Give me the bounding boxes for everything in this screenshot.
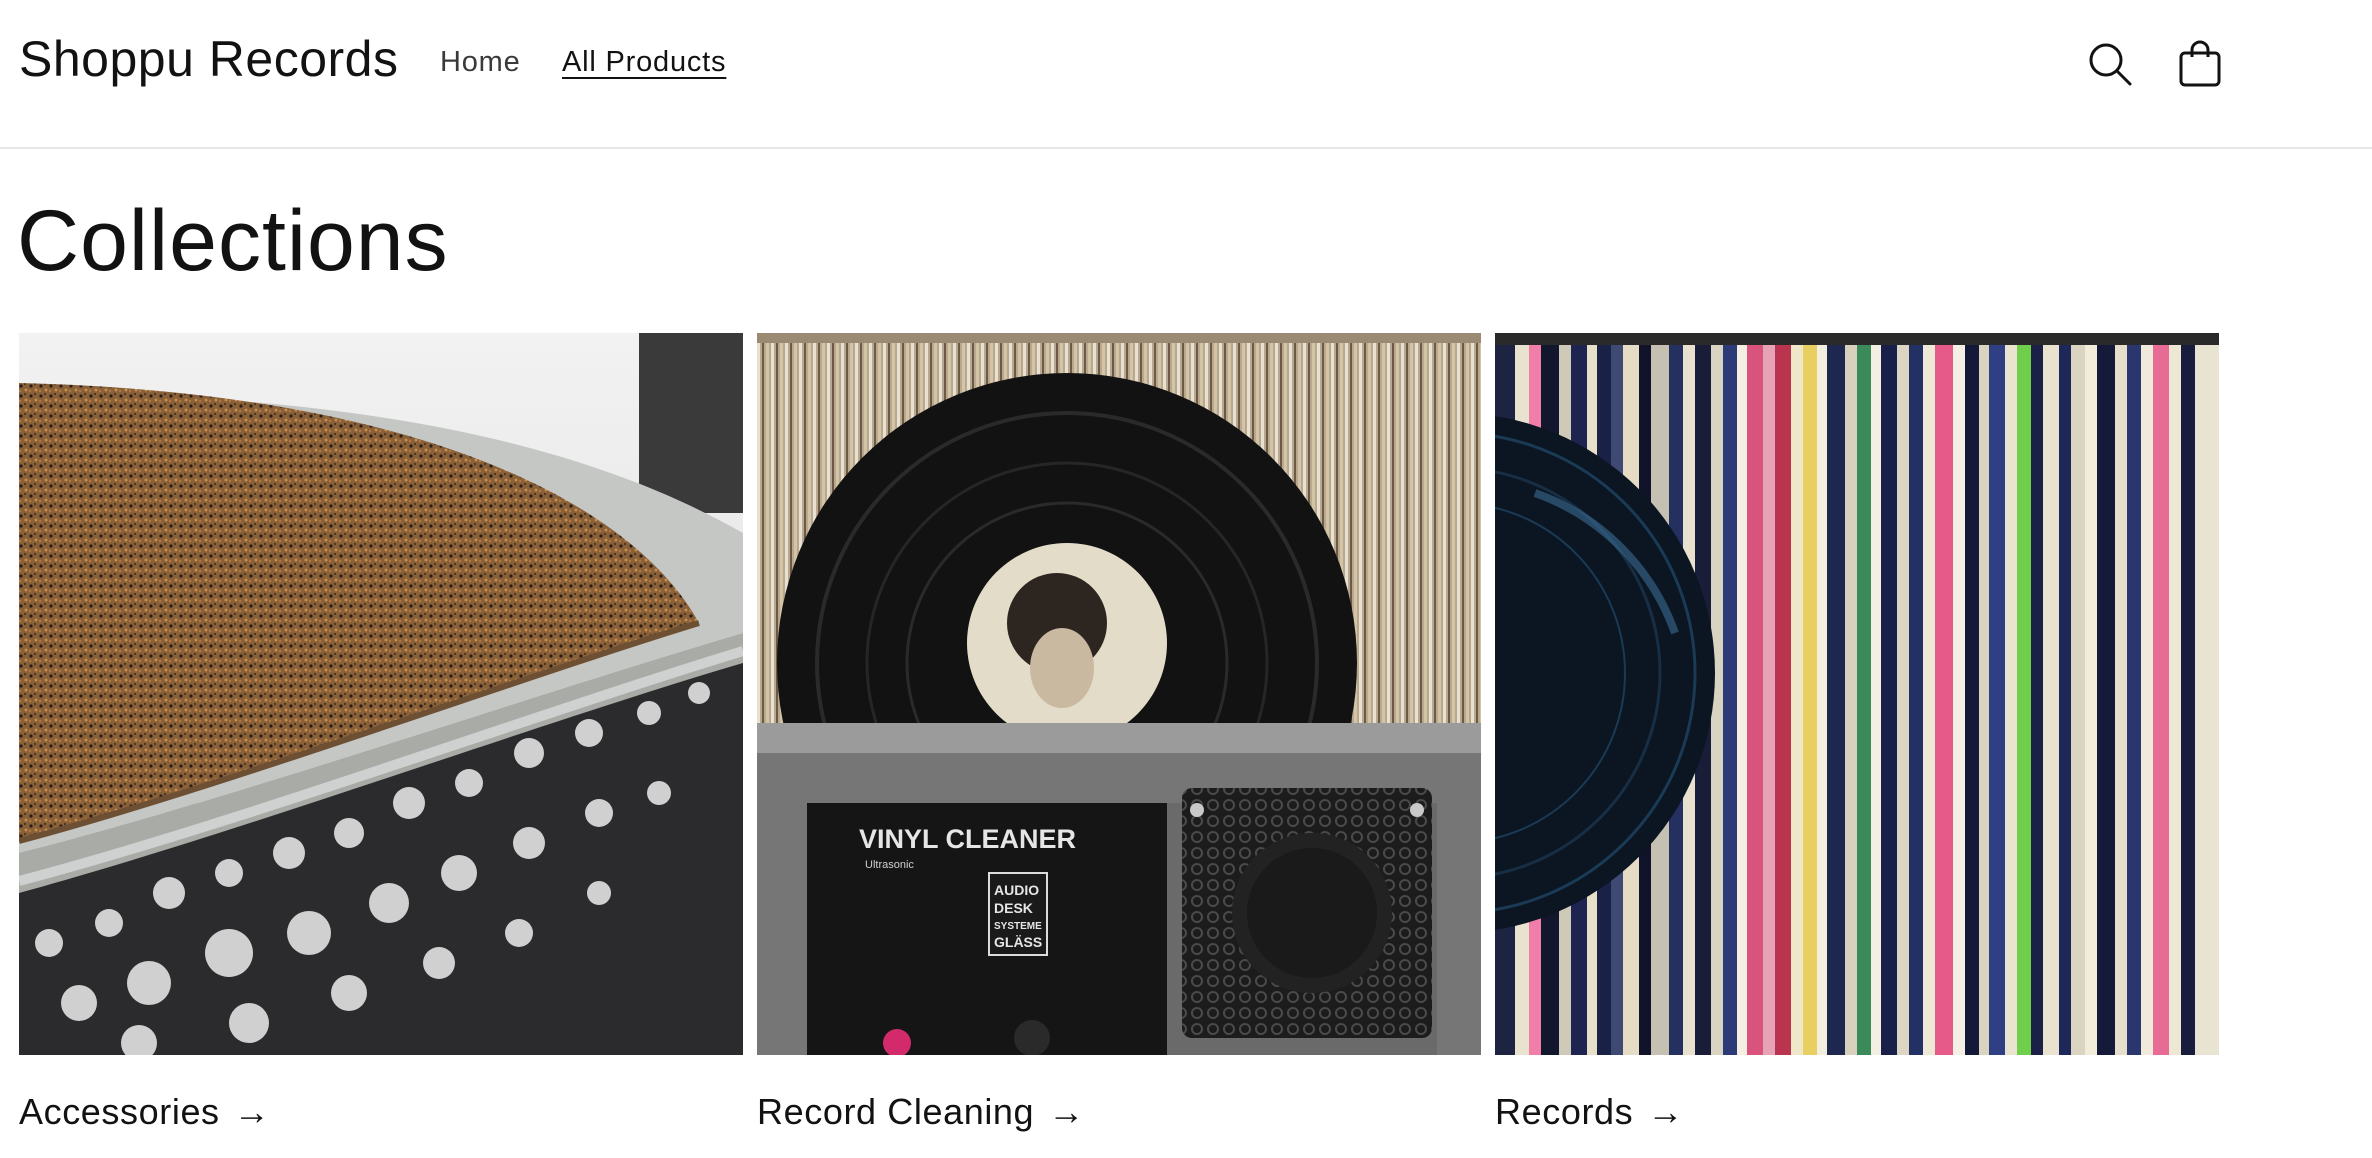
nav-link-all-products[interactable]: All Products [562, 46, 726, 79]
arrow-right-icon: → [1048, 1091, 1085, 1132]
cleaner-sublabel: Ultrasonic [865, 859, 914, 871]
svg-text:AUDIO: AUDIO [994, 882, 1039, 898]
search-icon [2089, 43, 2132, 86]
search-button[interactable] [2082, 36, 2138, 92]
collection-card-records[interactable]: Records → [1495, 333, 2219, 1133]
svg-text:DESK: DESK [994, 900, 1033, 916]
cart-icon [2179, 40, 2221, 87]
collection-title-accessories[interactable]: Accessories → [19, 1091, 270, 1133]
svg-text:SYSTEME: SYSTEME [994, 921, 1042, 932]
collection-title-records[interactable]: Records → [1495, 1091, 1684, 1133]
collection-image-record-cleaning[interactable]: VINYL CLEANER Ultrasonic AUDIO DESK SYST… [757, 333, 1481, 1055]
collection-image-accessories[interactable] [19, 333, 743, 1055]
arrow-right-icon: → [233, 1091, 271, 1132]
cleaner-label: VINYL CLEANER [859, 824, 1076, 854]
record-spines-photo [1495, 333, 2219, 1055]
collection-card-record-cleaning[interactable]: VINYL CLEANER Ultrasonic AUDIO DESK SYST… [757, 333, 1481, 1133]
turntable-photo [19, 333, 743, 1055]
site-header: Shoppu Records Home All Products [0, 0, 2372, 149]
brand-logo-link[interactable]: Shoppu Records [19, 30, 398, 88]
page-title: Collections [17, 193, 449, 289]
vinyl-cleaner-photo: VINYL CLEANER Ultrasonic AUDIO DESK SYST… [757, 333, 1481, 1055]
nav-link-home[interactable]: Home [440, 46, 521, 79]
collection-title-text: Accessories [19, 1091, 220, 1132]
collection-card-accessories[interactable]: Accessories → [19, 333, 743, 1133]
arrow-right-icon: → [1647, 1091, 1684, 1132]
collection-title-record-cleaning[interactable]: Record Cleaning → [757, 1091, 1085, 1133]
cart-button[interactable] [2172, 36, 2228, 92]
collection-title-text: Record Cleaning [757, 1091, 1035, 1132]
collection-image-records[interactable] [1495, 333, 2219, 1055]
collection-title-text: Records [1495, 1091, 1634, 1132]
svg-text:GLÄSS: GLÄSS [994, 934, 1042, 950]
